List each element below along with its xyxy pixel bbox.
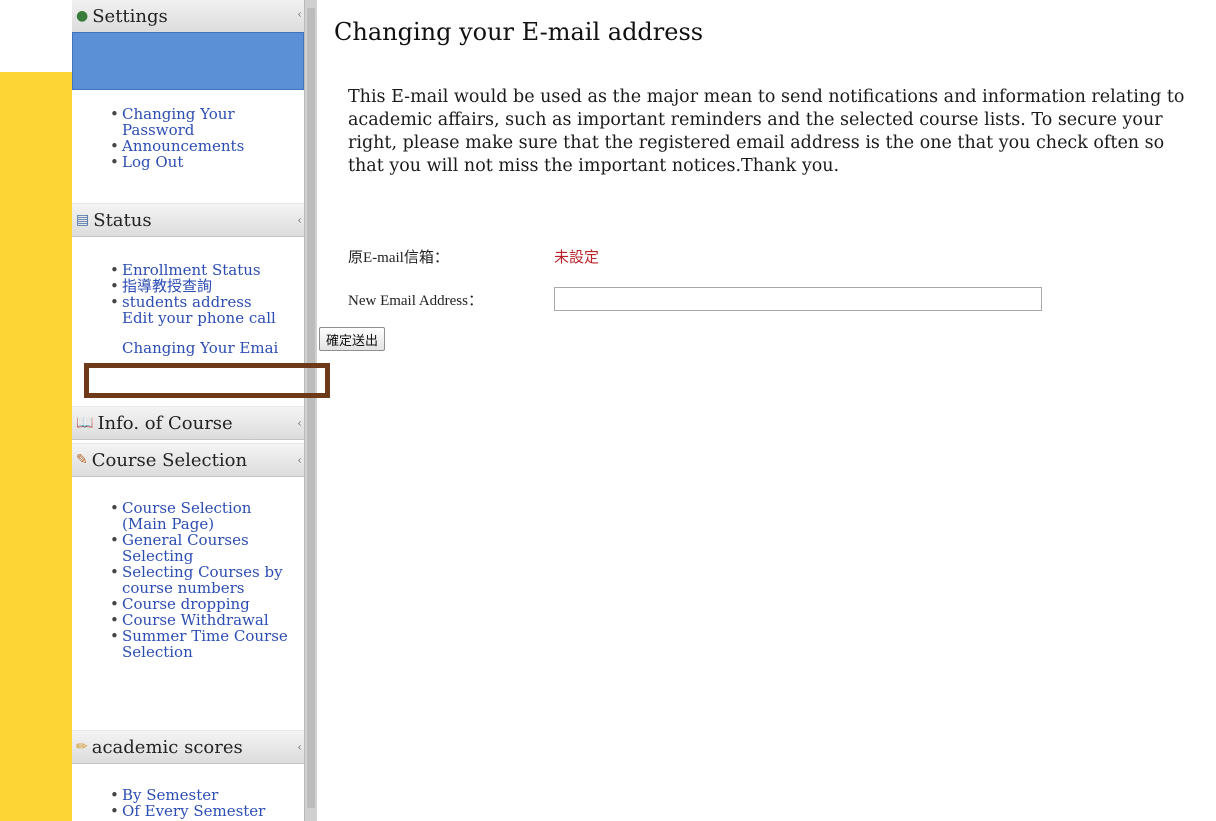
sidebar-item-students-address[interactable]: students address — [110, 294, 304, 310]
sidebar-item-summer-course[interactable]: Summer Time Course Selection — [110, 628, 300, 660]
section-title-info-course: Info. of Course — [97, 412, 233, 434]
sidebar-item-every-semester[interactable]: Of Every Semester — [110, 803, 304, 819]
page-title: Changing your E-mail address — [334, 18, 704, 46]
sidebar-item-edit-phone[interactable]: Edit your phone call — [122, 310, 300, 326]
sidebar: ● Settings ‹ Changing Your Password Anno… — [72, 0, 304, 821]
section-header-course-selection[interactable]: ✎ Course Selection ‹ — [72, 443, 304, 477]
original-email-value: 未設定 — [554, 248, 600, 266]
chevron-icon: ‹ — [297, 7, 302, 21]
section-header-academic-scores[interactable]: ✏ academic scores ‹ — [72, 730, 304, 764]
chevron-icon: ‹ — [297, 740, 302, 754]
sidebar-item-course-withdrawal[interactable]: Course Withdrawal — [110, 612, 304, 628]
sidebar-item-changing-password[interactable]: Changing Your Password — [110, 106, 300, 138]
notice-text: This E-mail would be used as the major m… — [348, 87, 1185, 176]
sidebar-item-course-dropping[interactable]: Course dropping — [110, 596, 304, 612]
sidebar-item-course-selection-main[interactable]: Course Selection (Main Page) — [110, 500, 300, 532]
sidebar-item-log-out[interactable]: Log Out — [110, 154, 304, 170]
main-content: Changing your E-mail address This E-mail… — [319, 0, 1206, 821]
section-header-settings[interactable]: ● Settings ‹ — [72, 0, 304, 34]
sidebar-item-announcements[interactable]: Announcements — [110, 138, 304, 154]
sidebar-item-selecting-by-number[interactable]: Selecting Courses by course numbers — [110, 564, 300, 596]
section-title-settings: Settings — [92, 5, 168, 27]
pencil-icon: ✏ — [76, 739, 88, 755]
settings-menu: Changing Your Password Announcements Log… — [72, 106, 304, 170]
status-menu: Enrollment Status 指導教授查詢 students addres… — [72, 262, 304, 356]
book-icon: 📖 — [76, 415, 94, 431]
id-card-icon: ▤ — [76, 212, 90, 228]
settings-blue-bar — [72, 32, 304, 90]
new-email-input[interactable] — [554, 287, 1042, 311]
submit-button[interactable]: 確定送出 — [319, 327, 386, 351]
new-email-label: New Email Address： — [348, 293, 483, 309]
sidebar-item-enrollment-status[interactable]: Enrollment Status — [110, 262, 304, 278]
sidebar-item-by-semester[interactable]: By Semester — [110, 787, 304, 803]
chevron-icon: ‹ — [297, 453, 302, 467]
sidebar-item-general-courses[interactable]: General Courses Selecting — [110, 532, 300, 564]
accent-stripe — [0, 72, 72, 821]
original-email-label: 原E-mail信箱： — [348, 250, 449, 266]
sidebar-item-advisor-query[interactable]: 指導教授查詢 — [110, 278, 304, 294]
section-title-academic-scores: academic scores — [91, 736, 243, 758]
academic-scores-menu: By Semester Of Every Semester — [72, 787, 304, 819]
course-selection-menu: Course Selection (Main Page) General Cou… — [72, 500, 304, 660]
section-header-status[interactable]: ▤ Status ‹ — [72, 203, 304, 237]
section-header-info-course[interactable]: 📖 Info. of Course ‹ — [72, 406, 304, 440]
section-title-status: Status — [93, 209, 152, 231]
section-title-course-selection: Course Selection — [91, 449, 248, 471]
sidebar-scrollbar[interactable] — [304, 0, 317, 821]
scrollbar-thumb[interactable] — [307, 8, 315, 808]
chevron-icon: ‹ — [297, 416, 302, 430]
person-icon: ● — [76, 8, 89, 24]
chevron-icon: ‹ — [297, 213, 302, 227]
clipboard-icon: ✎ — [76, 452, 88, 468]
sidebar-item-changing-email[interactable]: Changing Your Emai — [122, 340, 302, 356]
